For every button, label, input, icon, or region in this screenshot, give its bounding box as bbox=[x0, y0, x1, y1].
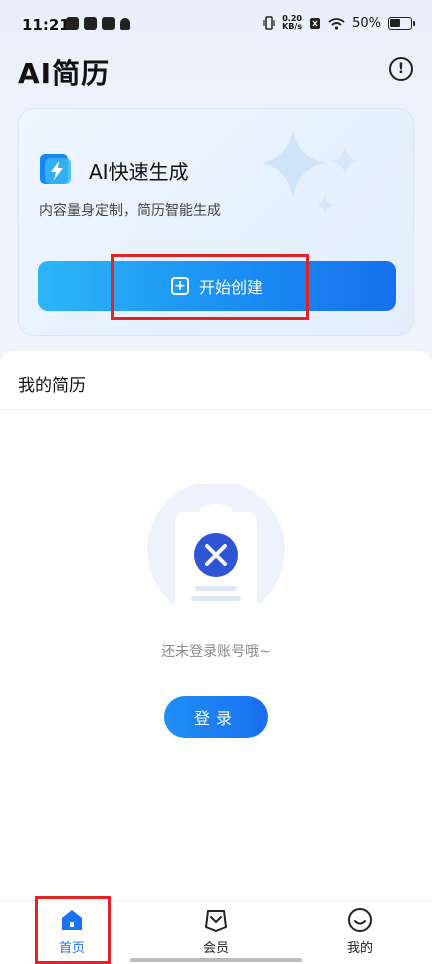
battery-percent: 50% bbox=[352, 15, 381, 31]
hero-title: AI快速生成 bbox=[89, 160, 189, 184]
empty-state-text: 还未登录账号哦~ bbox=[161, 644, 271, 660]
net-speed: 0.20 KB/s bbox=[282, 15, 302, 31]
status-right: 0.20 KB/s 50% bbox=[263, 15, 415, 31]
section-title: 我的简历 bbox=[18, 376, 86, 396]
home-icon bbox=[62, 910, 82, 930]
nav-home[interactable]: 首页 bbox=[32, 907, 112, 963]
nav-home-label: 首页 bbox=[58, 941, 85, 956]
status-bar: 11:21 0.20 KB/s 50% bbox=[0, 0, 432, 52]
tiktok-icon bbox=[66, 17, 79, 30]
nav-vip-label: 会员 bbox=[202, 941, 229, 956]
mail-icon bbox=[84, 17, 97, 30]
sim-icon bbox=[310, 17, 321, 29]
app-icon bbox=[102, 17, 115, 30]
vip-icon bbox=[205, 910, 227, 932]
info-icon[interactable]: ! bbox=[389, 57, 413, 81]
vibrate-icon bbox=[263, 16, 275, 30]
notification-icons bbox=[66, 17, 130, 30]
ai-generate-card: AI快速生成 内容量身定制，简历智能生成 + 开始创建 bbox=[18, 108, 414, 336]
login-button[interactable]: 登录 bbox=[164, 696, 268, 738]
nav-vip[interactable]: 会员 bbox=[176, 907, 256, 963]
smile-icon bbox=[348, 908, 372, 932]
sparkles-icon bbox=[261, 129, 359, 215]
wifi-icon bbox=[328, 17, 345, 30]
bell-icon bbox=[120, 18, 130, 30]
page-title: AI简历 bbox=[18, 57, 111, 90]
bottom-nav: 首页 会员 我的 bbox=[0, 900, 432, 964]
lightning-doc-icon bbox=[40, 154, 71, 184]
nav-mine[interactable]: 我的 bbox=[320, 907, 400, 963]
empty-state-illustration bbox=[147, 484, 285, 614]
plus-icon: + bbox=[170, 277, 189, 295]
nav-mine-label: 我的 bbox=[346, 941, 373, 956]
start-create-label: 开始创建 bbox=[198, 278, 263, 297]
start-create-button[interactable]: + 开始创建 bbox=[38, 261, 396, 311]
status-time: 11:21 bbox=[22, 16, 70, 34]
net-speed-unit: KB/s bbox=[282, 22, 303, 31]
home-indicator bbox=[130, 958, 302, 962]
divider bbox=[0, 409, 432, 410]
battery-icon bbox=[388, 16, 415, 30]
my-resumes-panel: 我的简历 还未登录账号哦~ 登录 bbox=[0, 351, 432, 900]
hero-subtitle: 内容量身定制，简历智能生成 bbox=[39, 203, 221, 219]
